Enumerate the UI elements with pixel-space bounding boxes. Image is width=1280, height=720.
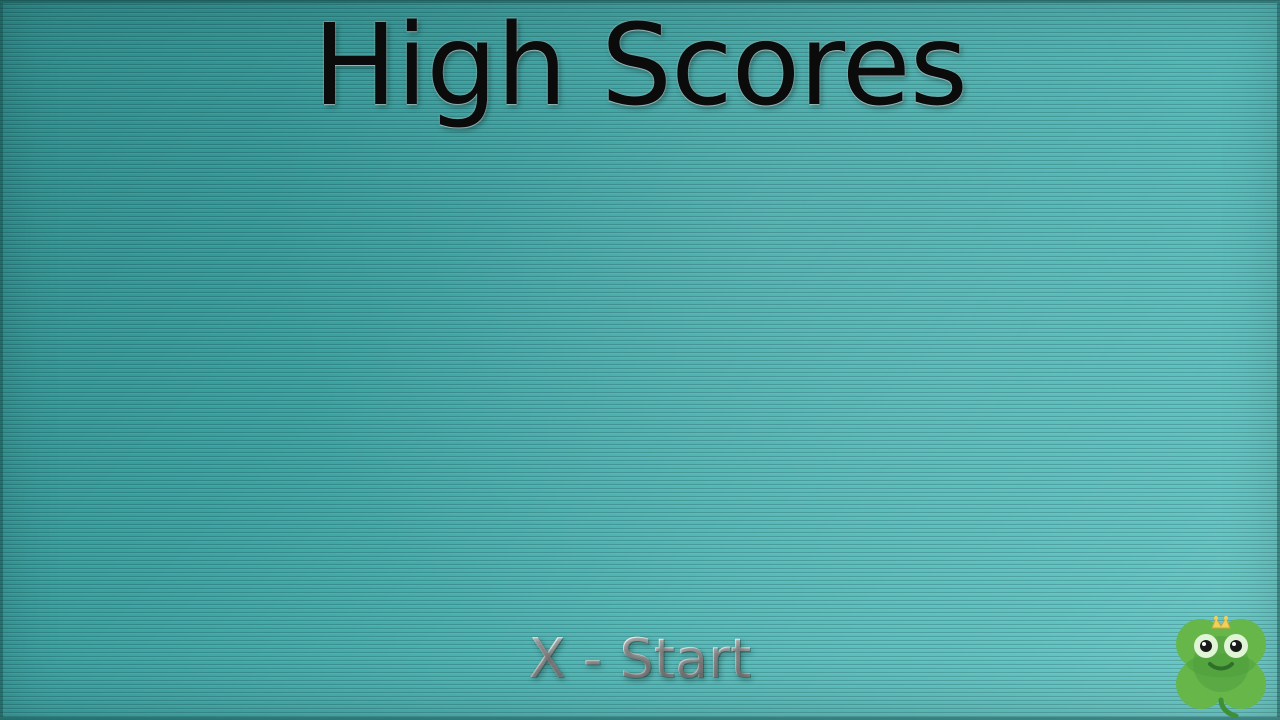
clover-mascot-icon bbox=[1166, 610, 1276, 719]
clover-leaves bbox=[1176, 619, 1266, 709]
crown-icon bbox=[1211, 616, 1231, 629]
page-title: High Scores bbox=[312, 1, 968, 131]
start-hint: X - Start bbox=[0, 632, 1280, 686]
